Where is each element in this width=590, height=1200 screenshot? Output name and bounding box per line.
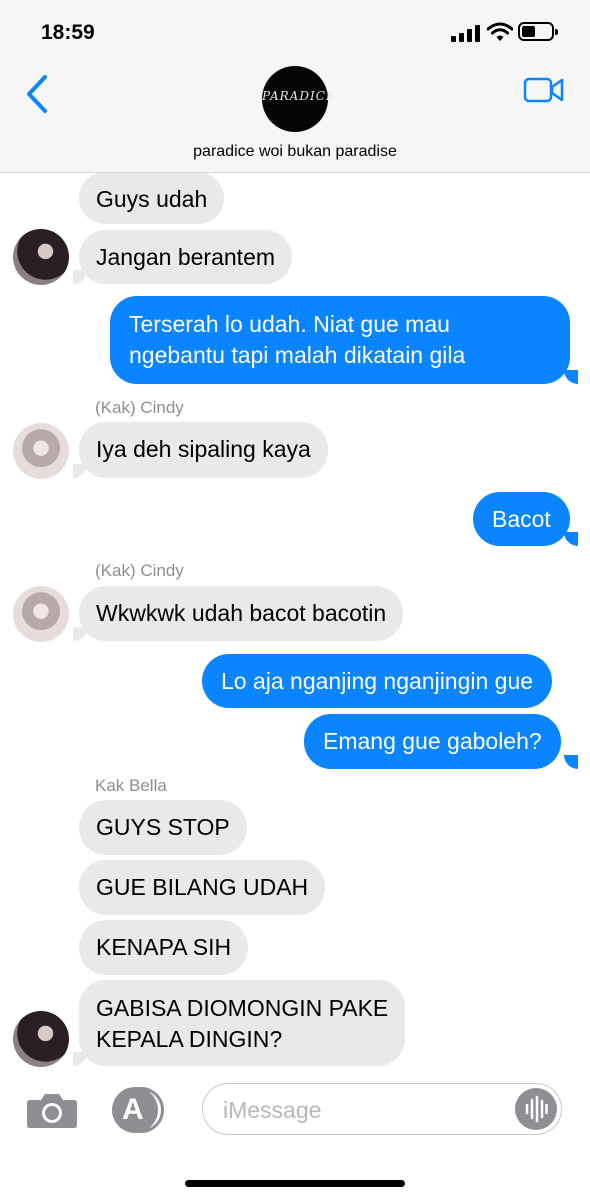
message-text: GUYS STOP [96, 814, 230, 840]
message-input-placeholder: iMessage [223, 1097, 322, 1123]
message-bubble[interactable]: Emang gue gaboleh? [304, 714, 561, 769]
message-bubble[interactable]: KENAPA SIH [79, 920, 249, 975]
sender-avatar[interactable] [13, 423, 69, 479]
camera-icon[interactable] [26, 1091, 78, 1129]
message-text: Iya deh sipaling kaya [96, 436, 311, 462]
group-avatar[interactable]: PARADICE [262, 66, 336, 132]
message-text: Wkwkwk udah bacot bacotin [96, 600, 387, 626]
message-text: GUE BILANG UDAH [96, 874, 309, 900]
message-bubble[interactable]: Lo aja nganjing nganjingin gue [202, 654, 553, 708]
compose-bar: A iMessage [0, 1075, 590, 1145]
message-text: Bacot [492, 506, 551, 532]
message-bubble[interactable]: Iya deh sipaling kaya [79, 422, 328, 478]
message-bubble[interactable]: Bacot [473, 492, 570, 546]
message-bubble[interactable]: Guys udah [79, 173, 225, 224]
sender-name: (Kak) Cindy [95, 561, 184, 580]
message-text-line: Terserah lo udah. Niat gue mau [129, 311, 450, 337]
message-text: KENAPA SIH [96, 934, 232, 960]
status-time: 18:59 [41, 21, 95, 44]
audio-message-button[interactable] [515, 1088, 557, 1130]
message-list[interactable]: Guys udah Jangan berantem Terserah lo ud… [0, 173, 590, 1070]
battery-icon [518, 22, 558, 41]
sender-avatar[interactable] [13, 229, 69, 285]
message-text-line: KEPALA DINGIN? [96, 1026, 283, 1052]
message-text: Jangan berantem [96, 244, 276, 270]
message-bubble[interactable]: GUE BILANG UDAH [79, 860, 326, 915]
message-bubble[interactable]: Terserah lo udah. Niat gue mau ngebantu … [110, 296, 570, 384]
message-bubble[interactable]: GABISA DIOMONGIN PAKE KEPALA DINGIN? [79, 980, 406, 1066]
sender-avatar[interactable] [13, 1011, 69, 1067]
wifi-icon [487, 22, 513, 41]
app-store-button[interactable]: A [112, 1087, 164, 1133]
status-bar: 18:59 [0, 0, 590, 66]
back-chevron-icon[interactable] [24, 74, 50, 114]
group-name[interactable]: paradice woi bukan paradise [0, 143, 590, 161]
group-avatar-logo: PARADICE [262, 89, 336, 103]
message-text: Guys udah [96, 186, 208, 212]
message-text: Lo aja nganjing nganjingin gue [221, 668, 534, 694]
app-store-icon: A [122, 1093, 144, 1126]
message-bubble[interactable]: GUYS STOP [79, 800, 247, 855]
message-input[interactable]: iMessage [202, 1083, 562, 1135]
message-text: Emang gue gaboleh? [323, 728, 542, 754]
conversation-header: PARADICE paradice woi bukan paradise [0, 66, 590, 173]
message-bubble[interactable]: Wkwkwk udah bacot bacotin [79, 586, 404, 641]
cellular-signal-icon [451, 25, 481, 42]
video-call-icon[interactable] [523, 76, 565, 104]
sender-name: (Kak) Cindy [95, 398, 184, 417]
message-text-line: GABISA DIOMONGIN PAKE [96, 995, 389, 1021]
audio-waveform-icon [525, 1095, 548, 1123]
message-bubble[interactable]: Jangan berantem [79, 230, 293, 284]
sender-name: Kak Bella [95, 776, 167, 795]
home-indicator[interactable] [185, 1180, 405, 1187]
message-text-line: ngebantu tapi malah dikatain gila [129, 342, 466, 368]
sender-avatar[interactable] [13, 586, 69, 642]
